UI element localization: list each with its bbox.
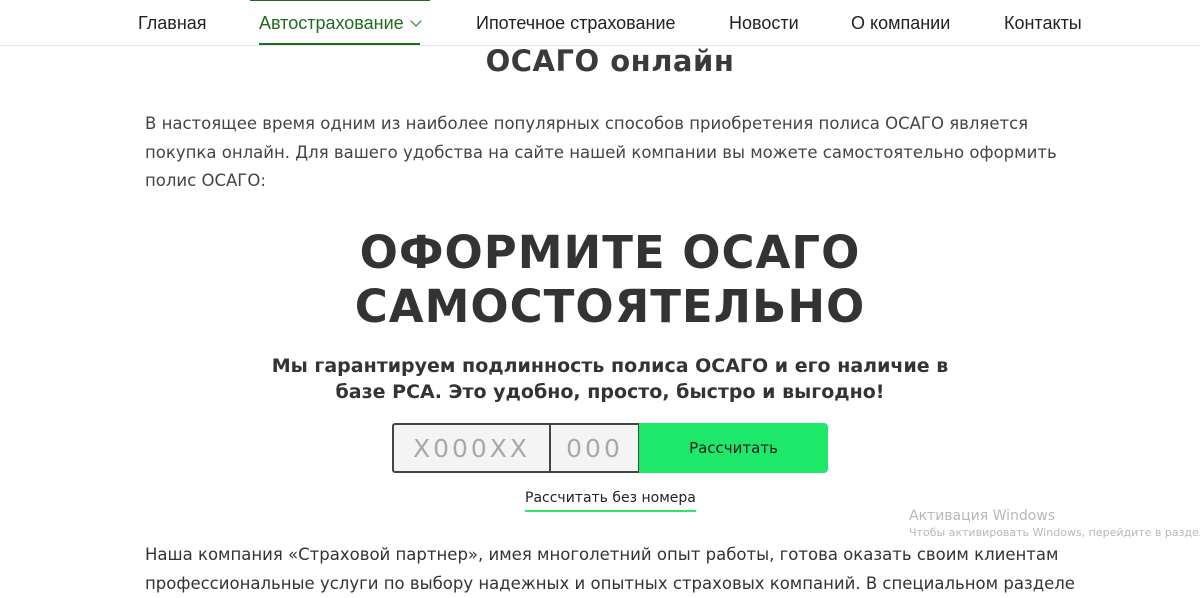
promo-heading: ОФОРМИТЕ ОСАГО САМОСТОЯТЕЛЬНО (0, 226, 1200, 334)
body-paragraph: Наша компания «Страховой партнер», имея … (145, 541, 1085, 598)
promo-subheading: Мы гарантируем подлинность полиса ОСАГО … (0, 353, 1200, 405)
promo-subheading-line: базе РСА. Это удобно, просто, быстро и в… (0, 379, 1200, 405)
nav-item-news[interactable]: Новости (729, 0, 799, 44)
nav-item-auto-insurance[interactable]: Автострахование (259, 0, 420, 44)
intro-paragraph: В настоящее время одним из наиболее попу… (145, 110, 1065, 196)
nav-item-home[interactable]: Главная (138, 0, 207, 44)
nav-item-label: О компании (851, 13, 950, 33)
chevron-down-icon (410, 15, 421, 26)
watermark-subtitle: Чтобы активировать Windows, перейдите в … (909, 524, 1199, 542)
nav-item-label: Ипотечное страхование (476, 13, 676, 33)
nav-item-label: Автострахование (259, 13, 404, 33)
top-navigation: Главная Автострахование Ипотечное страхо… (0, 0, 1200, 46)
promo-heading-line: САМОСТОЯТЕЛЬНО (0, 280, 1200, 334)
body-line: профессиональные услуги по выбору надежн… (145, 570, 1085, 598)
plate-form: Рассчитать (392, 423, 828, 473)
calculate-without-number-link[interactable]: Рассчитать без номера (525, 489, 696, 512)
nav-item-label: Новости (729, 13, 799, 33)
body-line: Наша компания «Страховой партнер», имея … (145, 541, 1085, 570)
page-title: ОСАГО онлайн (0, 44, 1200, 78)
promo-heading-line: ОФОРМИТЕ ОСАГО (0, 226, 1200, 280)
nav-item-label: Главная (138, 13, 207, 33)
windows-activation-watermark: Активация Windows Чтобы активировать Win… (909, 508, 1199, 542)
nav-item-label: Контакты (1004, 13, 1082, 33)
watermark-title: Активация Windows (909, 508, 1199, 524)
promo-subheading-line: Мы гарантируем подлинность полиса ОСАГО … (0, 353, 1200, 379)
calculate-button[interactable]: Рассчитать (639, 423, 828, 473)
nav-item-contacts[interactable]: Контакты (1004, 0, 1082, 44)
nav-item-mortgage-insurance[interactable]: Ипотечное страхование (476, 0, 676, 44)
plate-number-input[interactable] (392, 423, 551, 473)
nav-item-about[interactable]: О компании (851, 0, 950, 44)
plate-region-input[interactable] (551, 423, 640, 473)
